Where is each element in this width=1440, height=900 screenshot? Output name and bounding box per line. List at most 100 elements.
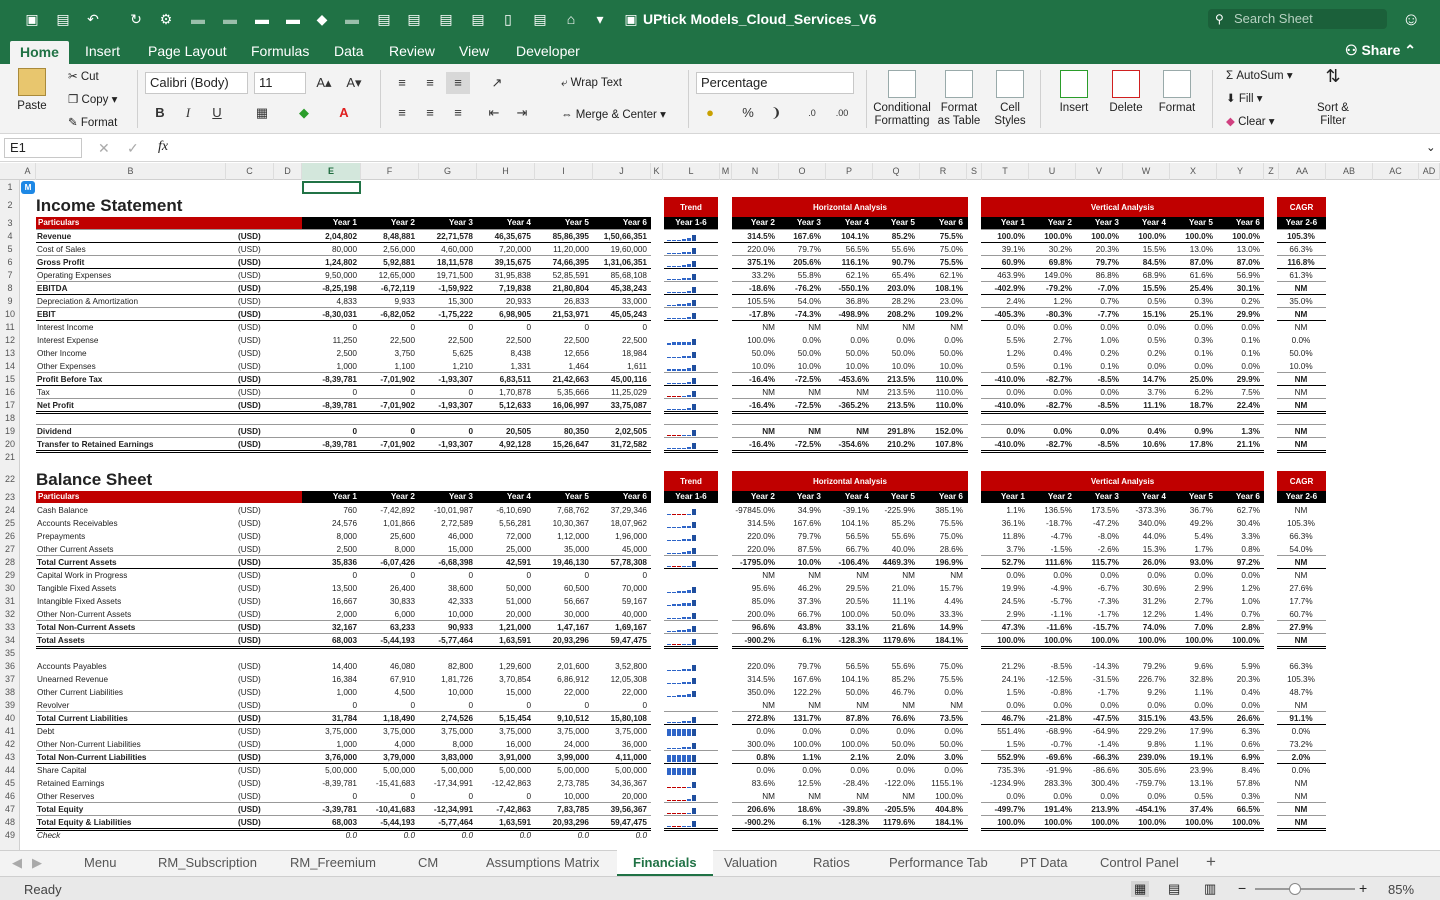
row-header[interactable]: 12 <box>0 334 20 347</box>
sheet-tab[interactable]: Menu <box>84 855 117 870</box>
row-header[interactable]: 37 <box>0 673 20 686</box>
align-top-icon[interactable]: ≡ <box>390 72 414 94</box>
quick-access-icon[interactable]: ▬ <box>285 11 301 27</box>
quick-access-icon[interactable]: ▤ <box>438 11 454 27</box>
borders-icon[interactable]: ▦ <box>250 102 274 124</box>
cell-styles-button[interactable]: Cell Styles <box>988 70 1032 128</box>
clear-button[interactable]: ◆ Clear ▾ <box>1226 114 1275 128</box>
row-header[interactable]: 38 <box>0 686 20 699</box>
sheet-tab[interactable]: Valuation <box>724 855 777 870</box>
chevron-down-icon[interactable]: ▾ <box>592 11 608 27</box>
column-header[interactable]: H <box>477 163 535 180</box>
row-header[interactable]: 28 <box>0 556 20 569</box>
row-header[interactable]: 9 <box>0 295 20 308</box>
column-header[interactable]: AB <box>1326 163 1373 180</box>
row-header[interactable]: 22 <box>0 468 20 491</box>
bold-button[interactable]: B <box>148 102 172 124</box>
column-header[interactable]: J <box>593 163 651 180</box>
prev-sheet-icon[interactable]: ◀ <box>12 855 22 871</box>
row-header[interactable]: 31 <box>0 595 20 608</box>
cancel-icon[interactable]: ✕ <box>98 140 110 157</box>
column-header[interactable]: AA <box>1279 163 1326 180</box>
sheet-tab[interactable]: RM_Freemium <box>290 855 376 870</box>
save-icon[interactable]: ▤ <box>55 11 71 27</box>
row-header[interactable]: 45 <box>0 777 20 790</box>
merge-center-button[interactable]: ⇔ Merge & Center ▾ <box>561 107 666 121</box>
row-header[interactable]: 41 <box>0 725 20 738</box>
fill-button[interactable]: ⬇ Fill ▾ <box>1226 91 1263 105</box>
row-header[interactable]: 26 <box>0 530 20 543</box>
quick-access-icon[interactable]: ▬ <box>222 11 238 27</box>
column-header[interactable]: K <box>651 163 663 180</box>
row-header[interactable]: 6 <box>0 256 20 269</box>
row-header[interactable]: 27 <box>0 543 20 556</box>
row-header[interactable]: 2 <box>0 194 20 217</box>
column-header[interactable]: A <box>20 163 36 180</box>
column-header[interactable]: W <box>1123 163 1170 180</box>
column-header[interactable]: Y <box>1217 163 1264 180</box>
paste-button[interactable]: Paste <box>10 68 54 113</box>
column-header[interactable]: X <box>1170 163 1217 180</box>
redo-icon[interactable]: ↻ <box>128 11 144 27</box>
row-header[interactable]: 48 <box>0 816 20 829</box>
conditional-formatting-button[interactable]: Conditional Formatting <box>872 70 932 128</box>
zoom-out-icon[interactable]: − <box>1238 880 1246 896</box>
decrease-decimal-icon[interactable]: .00 <box>830 102 854 124</box>
quick-access-icon[interactable]: ▤ <box>470 11 486 27</box>
row-header[interactable]: 29 <box>0 569 20 582</box>
font-size-select[interactable]: 11 <box>254 72 306 94</box>
row-header[interactable]: 17 <box>0 399 20 412</box>
quick-access-icon[interactable]: ▯ <box>500 11 516 27</box>
quick-access-icon[interactable]: ▤ <box>406 11 422 27</box>
column-header[interactable]: F <box>361 163 419 180</box>
column-header[interactable]: O <box>779 163 826 180</box>
quick-access-icon[interactable]: ▬ <box>254 11 270 27</box>
align-center-icon[interactable]: ≡ <box>418 102 442 124</box>
fill-color-icon[interactable]: ◆ <box>292 102 316 124</box>
italic-button[interactable]: I <box>176 102 200 124</box>
orientation-icon[interactable]: ↗ <box>485 72 509 94</box>
row-header[interactable]: 42 <box>0 738 20 751</box>
tab-page-layout[interactable]: Page Layout <box>148 43 227 59</box>
row-header[interactable]: 24 <box>0 504 20 517</box>
tab-developer[interactable]: Developer <box>516 43 580 59</box>
row-header[interactable]: 14 <box>0 360 20 373</box>
format-cells-button[interactable]: Format <box>1155 70 1199 115</box>
percent-icon[interactable]: % <box>736 102 760 124</box>
row-header[interactable]: 11 <box>0 321 20 334</box>
column-header[interactable]: V <box>1076 163 1123 180</box>
quick-access-icon[interactable]: ▬ <box>344 11 360 27</box>
row-header[interactable]: 23 <box>0 491 20 504</box>
row-header[interactable]: 7 <box>0 269 20 282</box>
zoom-slider-thumb[interactable] <box>1289 883 1301 895</box>
row-header[interactable]: 34 <box>0 634 20 647</box>
copy-button[interactable]: ❐ Copy ▾ <box>68 92 117 106</box>
tab-insert[interactable]: Insert <box>85 43 120 59</box>
column-header[interactable]: Z <box>1264 163 1279 180</box>
row-header[interactable]: 3 <box>0 217 20 230</box>
align-left-icon[interactable]: ≡ <box>390 102 414 124</box>
sheet-tab[interactable]: Ratios <box>813 855 850 870</box>
underline-button[interactable]: U <box>205 102 229 124</box>
sheet-tab[interactable]: Assumptions Matrix <box>486 855 599 870</box>
insert-cells-button[interactable]: Insert <box>1052 70 1096 115</box>
tab-formulas[interactable]: Formulas <box>251 43 309 59</box>
sheet-tab[interactable]: CM <box>418 855 438 870</box>
row-header[interactable]: 16 <box>0 386 20 399</box>
active-cell[interactable] <box>302 181 361 194</box>
row-header[interactable]: 43 <box>0 751 20 764</box>
row-header[interactable]: 10 <box>0 308 20 321</box>
wrap-text-button[interactable]: ⤶ Wrap Text <box>561 77 622 90</box>
column-header[interactable]: N <box>732 163 779 180</box>
column-header[interactable]: L <box>663 163 720 180</box>
cut-button[interactable]: ✂ Cut <box>68 69 99 83</box>
formula-input[interactable] <box>185 140 1415 158</box>
decrease-indent-icon[interactable]: ⇤ <box>482 102 506 124</box>
row-header[interactable]: 5 <box>0 243 20 256</box>
column-header[interactable]: B <box>36 163 226 180</box>
column-header[interactable]: AC <box>1373 163 1419 180</box>
row-header[interactable]: 40 <box>0 712 20 725</box>
number-format-select[interactable]: Percentage <box>696 72 854 94</box>
row-header[interactable]: 20 <box>0 438 20 451</box>
column-header[interactable]: T <box>982 163 1029 180</box>
